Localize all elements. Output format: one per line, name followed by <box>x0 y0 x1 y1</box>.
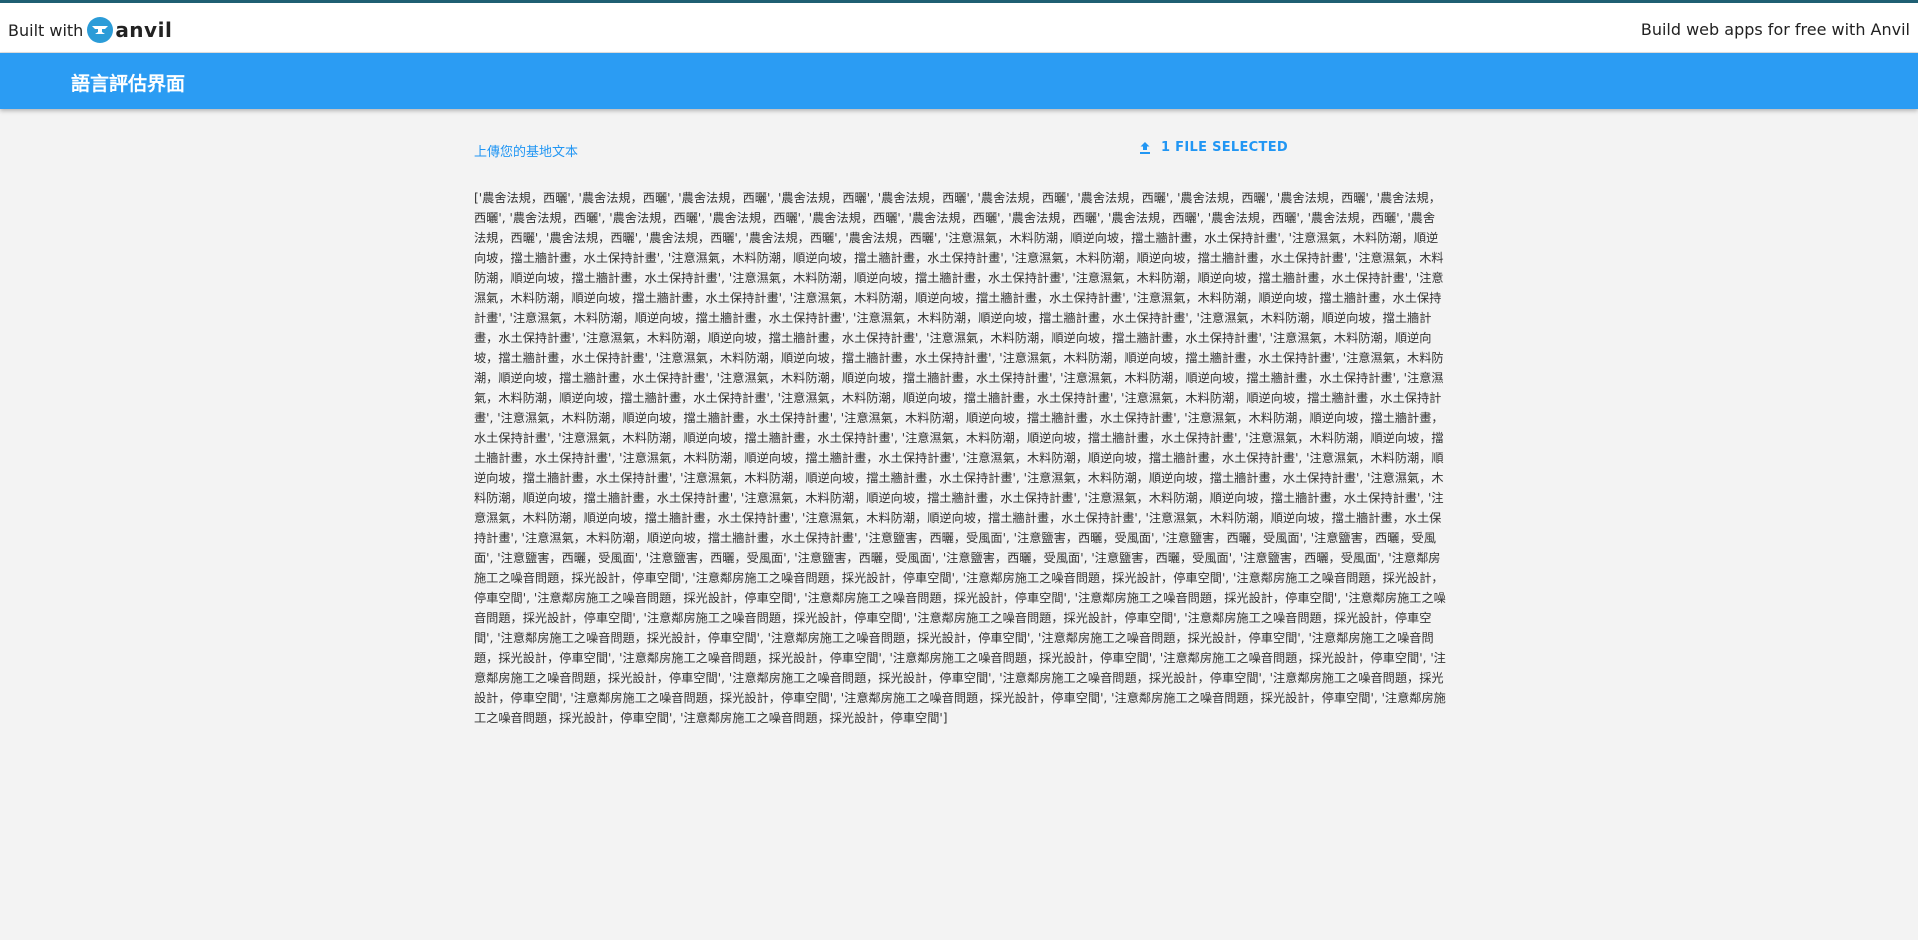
output-text: ['農舍法規，西曬', '農舍法規，西曬', '農舍法規，西曬', '農舍法規，… <box>474 191 1446 725</box>
file-loader-label: 1 FILE SELECTED <box>1161 140 1288 155</box>
anvil-promo-link[interactable]: Build web apps for free with Anvil <box>1641 20 1910 39</box>
upload-label: 上傳您的基地文本 <box>474 145 579 160</box>
main-content: 上傳您的基地文本 1 FILE SELECTED ['農舍法規，西曬', '農舍… <box>474 140 1446 728</box>
file-loader-button[interactable]: 1 FILE SELECTED <box>1138 140 1288 155</box>
upload-row: 上傳您的基地文本 1 FILE SELECTED <box>474 140 1442 162</box>
upload-icon <box>1138 141 1152 155</box>
built-with-anvil-link[interactable]: Built with anvil <box>8 17 172 43</box>
anvil-logo-icon <box>87 17 114 43</box>
anvil-wordmark: anvil <box>115 18 173 42</box>
page-title: 語言評估界面 <box>71 73 186 95</box>
built-with-text: Built with <box>8 20 84 40</box>
app-header: 語言評估界面 <box>0 53 1918 109</box>
anvil-banner: Built with anvil Build web apps for free… <box>0 3 1918 53</box>
